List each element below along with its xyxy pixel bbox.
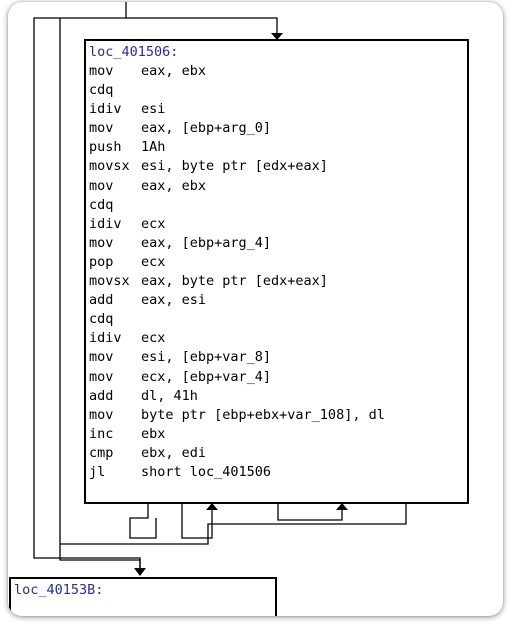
instruction-mnemonic: mov [89,368,114,385]
instruction-operands: esi [141,101,166,118]
code-block-loc-40153b[interactable]: loc_40153B: [9,577,277,616]
instruction-mnemonic: mov [89,406,114,423]
instruction-mnemonic: movsx [89,158,130,175]
instruction-row[interactable]: cdq [89,196,467,215]
instruction-mnemonic: mov [89,120,114,137]
instruction-row[interactable]: movsx esi, byte ptr [edx+eax] [89,157,467,176]
instruction-operands: eax, [ebp+arg_4] [141,234,272,251]
instruction-mnemonic: inc [89,425,114,442]
instruction-mnemonic: mov [89,63,114,79]
instruction-operands: short loc_401506 [141,463,272,480]
arrowhead-next [134,568,146,576]
instruction-mnemonic: idiv [89,330,122,347]
instruction-operands: byte ptr [ebp+ebx+var_108], dl [141,406,385,423]
instruction-operands: 1Ah [141,139,166,156]
instruction-mnemonic: cdq [89,311,114,328]
instruction-operands: ecx [141,215,166,232]
instruction-row[interactable]: movsx eax, byte ptr [edx+eax] [89,272,467,291]
block-label[interactable]: loc_401506: [89,43,467,62]
instruction-row[interactable]: idiv ecx [89,329,467,348]
instruction-row[interactable]: idiv ecx [89,215,467,234]
instruction-row[interactable]: add eax, esi [89,291,467,310]
edge-exit-right [60,504,407,545]
block-label-next[interactable]: loc_40153B: [14,581,275,600]
instruction-mnemonic: cmp [89,444,114,461]
instruction-mnemonic: mov [89,349,114,366]
instruction-mnemonic: cdq [89,196,114,213]
instruction-row[interactable]: jl short loc_401506 [89,463,467,482]
instruction-row[interactable]: mov eax, [ebp+arg_0] [89,119,467,138]
instruction-mnemonic: push [89,139,122,156]
instruction-operands: ebx, edi [141,444,207,461]
instruction-mnemonic: cdq [89,82,114,99]
instruction-operands: eax, ebx [141,63,207,79]
instruction-operands: ecx [141,330,166,347]
instruction-mnemonic: add [89,387,114,404]
instruction-mnemonic: idiv [89,101,122,118]
instruction-row[interactable]: add dl, 41h [89,387,467,406]
instruction-mnemonic: mov [89,177,114,194]
instruction-row[interactable]: idiv esi [89,100,467,119]
instruction-mnemonic: jl [89,463,106,480]
instruction-row[interactable]: push 1Ah [89,138,467,157]
instruction-operands: eax, [ebp+arg_0] [141,120,272,137]
instruction-mnemonic: idiv [89,215,122,232]
instruction-operands: esi, byte ptr [edx+eax] [141,158,328,175]
screenshot-frame: loc_401506: mov eax, ebx cdq idiv esi mov eax,… [8,2,503,616]
edge-loop-right [277,504,343,521]
instruction-row[interactable]: mov esi, [ebp+var_8] [89,348,467,367]
instruction-mnemonic: pop [89,253,114,270]
instruction-list: mov eax, ebx cdq idiv esi mov eax, [ebp+arg_0]… [89,62,467,482]
code-block-loc-401506[interactable]: loc_401506: mov eax, ebx cdq idiv esi mov eax,… [84,39,469,504]
instruction-operands: ecx, [ebp+var_4] [141,368,272,385]
instruction-row[interactable]: cdq [89,310,467,329]
instruction-operands: esi, [ebp+var_8] [141,349,272,366]
instruction-row[interactable]: mov byte ptr [ebp+ebx+var_108], dl [89,406,467,425]
instruction-mnemonic: movsx [89,273,130,290]
graph-canvas: loc_401506: mov eax, ebx cdq idiv esi mov eax,… [8,2,503,616]
arrowhead-loop-a [206,503,218,510]
instruction-row[interactable]: mov eax, ebx [89,177,467,196]
edge-into-main [126,17,278,33]
instruction-operands: dl, 41h [141,387,198,404]
arrowhead-loop-b [336,503,348,510]
instruction-row[interactable]: cdq [89,81,467,100]
instruction-operands: eax, esi [141,292,207,309]
instruction-row[interactable]: pop ecx [89,253,467,272]
instruction-operands: ebx [141,425,166,442]
instruction-row[interactable]: mov eax, ebx [89,62,467,81]
instruction-row[interactable]: cmp ebx, edi [89,444,467,463]
instruction-row[interactable]: mov ecx, [ebp+var_4] [89,368,467,387]
instruction-operands: ecx [141,253,166,270]
instruction-mnemonic: add [89,292,114,309]
instruction-row[interactable]: mov eax, [ebp+arg_4] [89,234,467,253]
instruction-operands: eax, ebx [141,177,207,194]
instruction-mnemonic: mov [89,234,114,251]
edge-loop-left [129,504,157,539]
instruction-row[interactable]: inc ebx [89,425,467,444]
instruction-operands: eax, byte ptr [edx+eax] [141,273,328,290]
